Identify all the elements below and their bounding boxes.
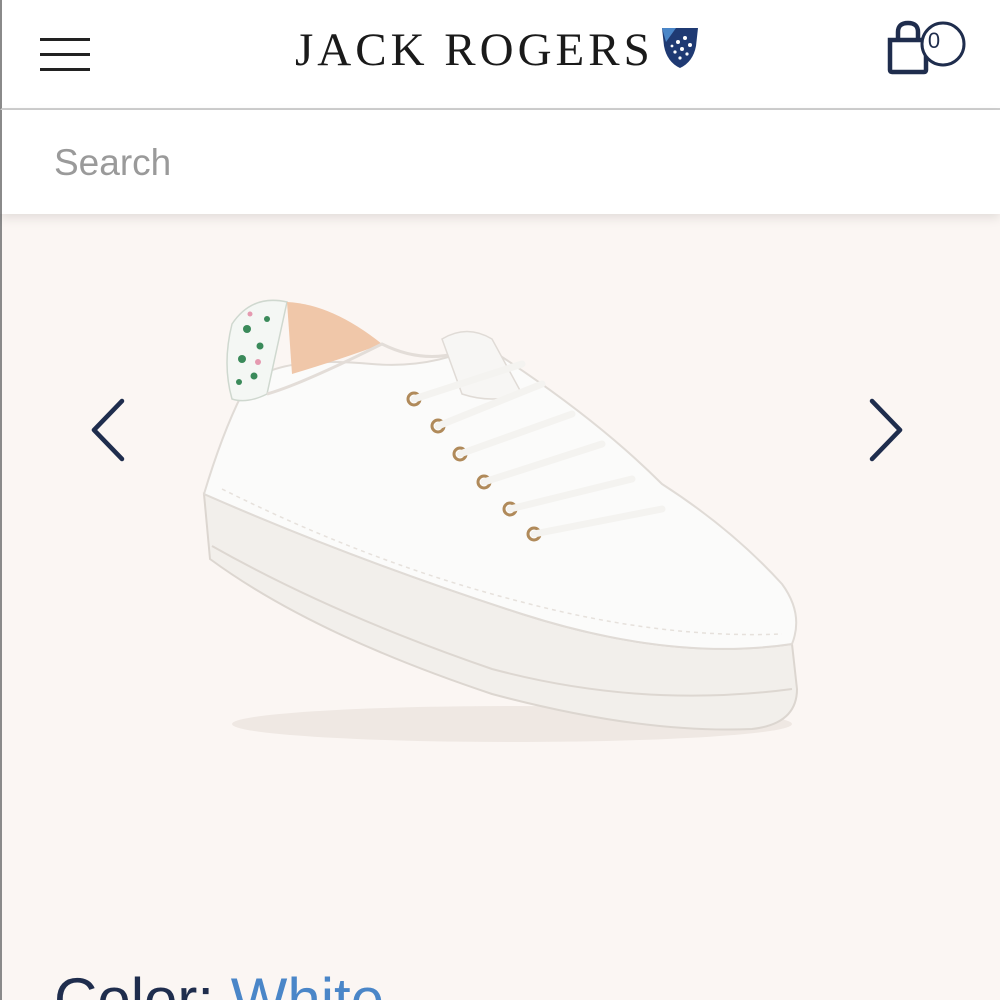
product-gallery: Color: White: [0, 214, 1000, 1000]
cart-count-badge: 0: [927, 28, 941, 53]
chevron-right-icon[interactable]: [860, 395, 910, 465]
brand-name: JACK ROGERS: [295, 24, 654, 76]
color-selection: Color: White: [54, 970, 384, 1000]
color-label: Color:: [54, 966, 231, 1000]
brand-logo[interactable]: JACK ROGERS: [295, 18, 700, 82]
shield-logo-icon: [661, 28, 698, 68]
search-bar: [0, 110, 1000, 214]
hamburger-menu-icon[interactable]: [40, 38, 90, 72]
chevron-left-icon[interactable]: [84, 395, 134, 465]
cart-button[interactable]: 0: [882, 18, 968, 80]
search-input[interactable]: [54, 138, 954, 188]
site-header: JACK ROGERS 0: [0, 0, 1000, 110]
white-sneaker-image[interactable]: [192, 284, 812, 754]
color-value: White: [230, 966, 385, 1000]
